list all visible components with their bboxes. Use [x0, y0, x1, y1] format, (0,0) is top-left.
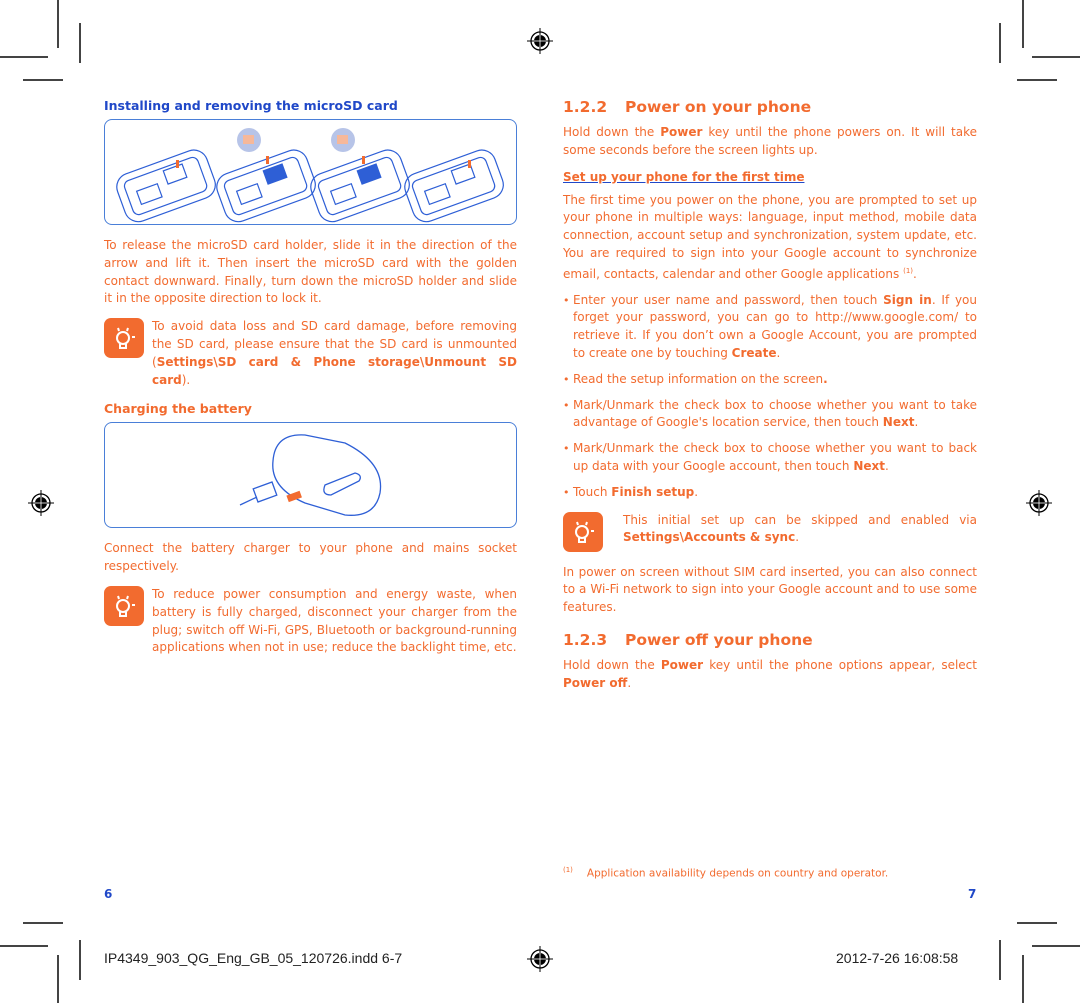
- microsd-illustration: [104, 119, 517, 225]
- crop-mark: [1022, 955, 1024, 1003]
- list-item: Read the setup information on the screen…: [563, 371, 977, 389]
- charging-tip-text: To reduce power consumption and energy w…: [152, 586, 517, 655]
- setup-body: The first time you power on the phone, y…: [563, 192, 977, 281]
- power-on-heading: 1.2.2 Power on your phone: [563, 98, 977, 116]
- crop-mark: [57, 0, 59, 48]
- list-item: Mark/Unmark the check box to choose whet…: [563, 397, 977, 433]
- crop-mark: [1022, 0, 1024, 48]
- crop-mark: [1017, 79, 1057, 81]
- crop-mark: [1017, 922, 1057, 924]
- phone-charger-icon: [239, 434, 382, 517]
- charging-tip: To reduce power consumption and energy w…: [104, 585, 517, 657]
- setup-first-time-link[interactable]: Set up your phone for the first time: [563, 170, 977, 184]
- charging-heading: Charging the battery: [104, 401, 252, 417]
- footnote: (1) Application availability depends on c…: [563, 866, 889, 880]
- phone-microsd-steps-icon: [116, 128, 504, 223]
- crop-mark: [0, 56, 48, 58]
- right-page: 1.2.2 Power on your phone Hold down the P…: [563, 98, 977, 693]
- lightbulb-tip-icon: [104, 585, 144, 626]
- crop-mark: [23, 79, 63, 81]
- skip-setup-tip: This initial set up can be skipped and e…: [563, 511, 977, 552]
- microsd-instructions: To release the microSD card holder, slid…: [104, 238, 517, 306]
- crop-mark: [23, 922, 63, 924]
- lightbulb-tip-icon: [104, 318, 144, 359]
- crop-mark: [57, 955, 59, 1003]
- power-on-body: Hold down the Power key until the phone …: [563, 125, 977, 157]
- section-number: 1.2.2: [563, 98, 608, 116]
- crop-mark: [79, 940, 81, 980]
- crop-mark: [0, 945, 48, 947]
- charging-illustration: [104, 422, 517, 529]
- crop-mark: [999, 940, 1001, 980]
- microsd-tip-path: Settings\SD card & Phone storage\Unmount…: [152, 354, 517, 387]
- list-item: Mark/Unmark the check box to choose whet…: [563, 440, 977, 476]
- charging-instructions: Connect the battery charger to your phon…: [104, 541, 517, 574]
- lightbulb-tip-icon: [563, 511, 603, 552]
- section-number: 1.2.3: [563, 630, 608, 649]
- registration-mark-icon: [527, 946, 553, 972]
- crop-mark: [1032, 945, 1080, 947]
- page-number-right: 7: [968, 887, 977, 901]
- list-item: Touch Finish setup.: [563, 484, 977, 502]
- registration-mark-icon: [28, 490, 54, 516]
- crop-mark: [79, 23, 81, 63]
- footnote-ref: (1): [903, 266, 914, 275]
- section-title: Power off your phone: [625, 630, 813, 649]
- crop-mark: [1032, 56, 1080, 58]
- slug-timestamp: 2012-7-26 16:08:58: [836, 950, 959, 966]
- list-item: Enter your user name and password, then …: [563, 292, 977, 363]
- crop-mark: [999, 23, 1001, 63]
- power-off-heading: 1.2.3 Power off your phone: [563, 631, 977, 649]
- registration-mark-icon: [1026, 490, 1052, 516]
- no-sim-body: In power on screen without SIM card inse…: [563, 564, 977, 615]
- left-page: Installing and removing the microSD card…: [104, 98, 517, 669]
- microsd-tip: To avoid data loss and SD card damage, b…: [104, 318, 517, 389]
- setup-steps-list: Enter your user name and password, then …: [563, 292, 977, 502]
- slug-filename: IP4349_903_QG_Eng_GB_05_120726.indd 6-7: [104, 950, 403, 966]
- page-number-left: 6: [104, 887, 113, 901]
- microsd-heading: Installing and removing the microSD card: [104, 98, 398, 113]
- power-off-body: Hold down the Power key until the phone …: [563, 657, 977, 690]
- section-title: Power on your phone: [625, 98, 812, 116]
- registration-mark-icon: [527, 28, 553, 54]
- microsd-tip-end: ).: [181, 372, 191, 387]
